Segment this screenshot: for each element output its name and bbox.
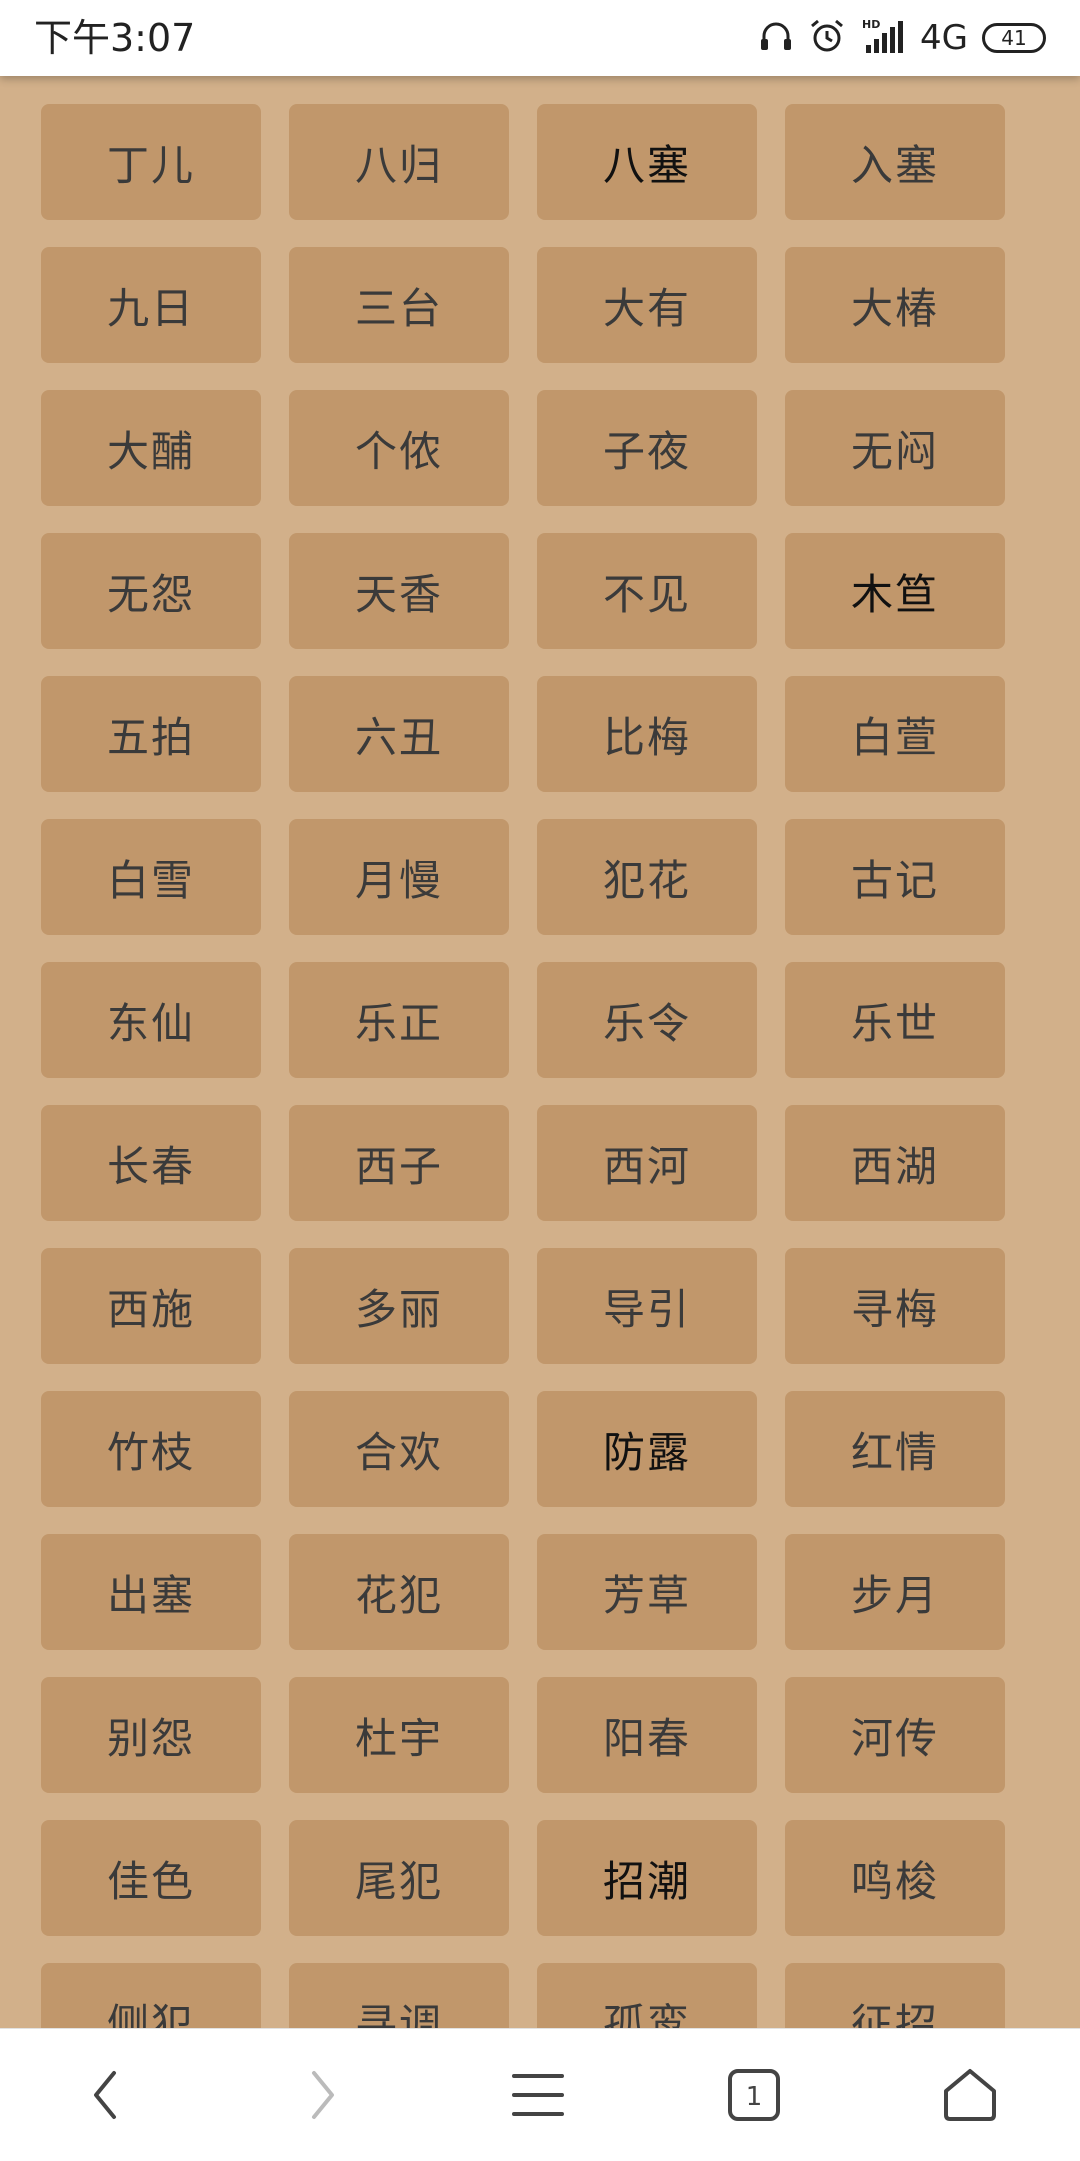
tile-button[interactable]: 孤鸾	[537, 1963, 757, 2028]
headphones-icon	[758, 18, 794, 58]
tile-button[interactable]: 阳春	[537, 1677, 757, 1793]
tile-button[interactable]: 犯花	[537, 819, 757, 935]
tile-button[interactable]: 红情	[785, 1391, 1005, 1507]
tile-button[interactable]: 乐正	[289, 962, 509, 1078]
battery-icon: 41	[982, 23, 1046, 53]
status-bar: 下午3:07 HD 4G 41	[0, 0, 1080, 76]
home-button[interactable]	[930, 2059, 1010, 2131]
tile-button[interactable]: 六丑	[289, 676, 509, 792]
forward-button[interactable]	[282, 2059, 362, 2131]
tile-button[interactable]: 乐世	[785, 962, 1005, 1078]
tile-button[interactable]: 杜宇	[289, 1677, 509, 1793]
tile-button[interactable]: 征招	[785, 1963, 1005, 2028]
tile-button[interactable]: 丁儿	[41, 104, 261, 220]
tile-button[interactable]: 无闷	[785, 390, 1005, 506]
content-area[interactable]: 丁儿 八归 八塞 入塞九日 三台 大有 大椿大酺 个侬 子夜 无闷无怨 天香 不见 木笪五拍 六丑 比梅 白萱…	[0, 76, 1080, 2028]
tile-button[interactable]: 大酺	[41, 390, 261, 506]
tile-button[interactable]: 无怨	[41, 533, 261, 649]
menu-icon	[512, 2074, 564, 2116]
tile-button[interactable]: 尾犯	[289, 1820, 509, 1936]
network-label: 4G	[920, 18, 968, 58]
tile-button[interactable]: 河传	[785, 1677, 1005, 1793]
tile-button[interactable]: 东仙	[41, 962, 261, 1078]
tile-button[interactable]: 天香	[289, 533, 509, 649]
tile-button[interactable]: 八塞	[537, 104, 757, 220]
tile-button[interactable]: 防露	[537, 1391, 757, 1507]
tile-grid: 丁儿 八归 八塞 入塞九日 三台 大有 大椿大酺 个侬 子夜 无闷无怨 天香 不见 木笪五拍 六丑 比梅 白萱…	[41, 104, 1005, 2028]
tile-button[interactable]: 大有	[537, 247, 757, 363]
tile-button[interactable]: 芳草	[537, 1534, 757, 1650]
tile-button[interactable]: 鸣梭	[785, 1820, 1005, 1936]
tile-button[interactable]: 步月	[785, 1534, 1005, 1650]
tile-button[interactable]: 入塞	[785, 104, 1005, 220]
tile-button[interactable]: 木笪	[785, 533, 1005, 649]
tile-button[interactable]: 白萱	[785, 676, 1005, 792]
bottom-nav-bar: 1	[0, 2028, 1080, 2161]
tile-button[interactable]: 导引	[537, 1248, 757, 1364]
status-time: 下午3:07	[34, 16, 196, 60]
tile-button[interactable]: 合欢	[289, 1391, 509, 1507]
tile-button[interactable]: 侧犯	[41, 1963, 261, 2028]
tile-button[interactable]: 竹枝	[41, 1391, 261, 1507]
tile-button[interactable]: 大椿	[785, 247, 1005, 363]
tile-button[interactable]: 白雪	[41, 819, 261, 935]
forward-icon	[312, 2071, 334, 2119]
tile-button[interactable]: 古记	[785, 819, 1005, 935]
tile-button[interactable]: 月慢	[289, 819, 509, 935]
tile-button[interactable]: 西湖	[785, 1105, 1005, 1221]
tile-button[interactable]: 西子	[289, 1105, 509, 1221]
hd-signal-icon: HD	[860, 17, 906, 59]
tile-button[interactable]: 寻梅	[785, 1248, 1005, 1364]
tabs-icon: 1	[728, 2069, 780, 2121]
tile-button[interactable]: 子夜	[537, 390, 757, 506]
tile-button[interactable]: 八归	[289, 104, 509, 220]
back-button[interactable]	[66, 2059, 146, 2131]
alarm-icon	[808, 17, 846, 59]
status-icons: HD 4G 41	[758, 14, 1046, 62]
back-icon	[94, 2071, 116, 2119]
tile-button[interactable]: 九日	[41, 247, 261, 363]
tile-button[interactable]: 乐令	[537, 962, 757, 1078]
tile-button[interactable]: 花犯	[289, 1534, 509, 1650]
tile-button[interactable]: 寻调	[289, 1963, 509, 2028]
tile-button[interactable]: 别怨	[41, 1677, 261, 1793]
tile-button[interactable]: 个侬	[289, 390, 509, 506]
tile-button[interactable]: 佳色	[41, 1820, 261, 1936]
tile-button[interactable]: 长春	[41, 1105, 261, 1221]
tabs-button[interactable]: 1	[714, 2059, 794, 2131]
battery-level: 41	[1001, 26, 1027, 50]
tile-button[interactable]: 西河	[537, 1105, 757, 1221]
tile-button[interactable]: 五拍	[41, 676, 261, 792]
tile-button[interactable]: 多丽	[289, 1248, 509, 1364]
tile-button[interactable]: 比梅	[537, 676, 757, 792]
tab-count: 1	[746, 2082, 763, 2112]
tile-button[interactable]: 出塞	[41, 1534, 261, 1650]
tile-button[interactable]: 三台	[289, 247, 509, 363]
tile-button[interactable]: 招潮	[537, 1820, 757, 1936]
home-icon	[944, 2069, 996, 2121]
menu-button[interactable]	[498, 2059, 578, 2131]
svg-text:HD: HD	[862, 18, 880, 31]
tile-button[interactable]: 西施	[41, 1248, 261, 1364]
tile-button[interactable]: 不见	[537, 533, 757, 649]
